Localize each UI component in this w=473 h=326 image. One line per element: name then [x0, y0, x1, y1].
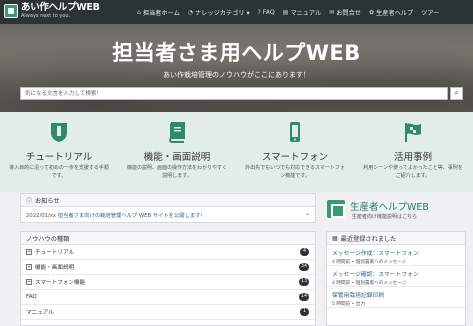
- list-item-smartphone[interactable]: + スマートフォン機能 13: [21, 275, 315, 290]
- feature-function-guide[interactable]: 機能・画面説明 機能の説明、画面の操作方法をわかりやすく説明します。: [118, 112, 236, 192]
- feature-band: チュートリアル 導入目的に沿って初めの一歩を支援する手順です。 機能・画面説明 …: [0, 112, 473, 192]
- notice-panel: ⓘ お知らせ 2022/01/xx 担当者さま向けの栽培管理ヘルプ WEB サイ…: [20, 193, 316, 223]
- hero-banner: 担当者さま用ヘルプWEB あい作栽培管理のノウハウがここにあります！ 気になる文…: [0, 24, 473, 112]
- site-logo[interactable]: あい作ヘルプWEB Always next to you.: [4, 3, 100, 19]
- list-item[interactable]: メッセージ作成：スマートフォン 4 時間前 • 個別農家へのメッセージ: [327, 245, 465, 266]
- expand-icon[interactable]: +: [26, 279, 32, 285]
- feature-tutorial[interactable]: チュートリアル 導入目的に沿って初めの一歩を支援する手順です。: [0, 112, 118, 192]
- nav-item-contact[interactable]: ✉ お問合せ: [329, 8, 361, 17]
- logo-tagline: Always next to you.: [21, 12, 71, 19]
- list-item-function-guide[interactable]: + 機能・画面説明 34: [21, 260, 315, 275]
- leaf-icon: ✿: [368, 8, 375, 16]
- info-icon: ⓘ: [26, 197, 33, 205]
- notice-heading: お知らせ: [35, 197, 60, 205]
- chevron-down-icon[interactable]: ⌄: [305, 210, 310, 217]
- knowledge-icon: ◔: [187, 8, 194, 16]
- recent-panel: ▦ 最近登録されました メッセージ作成：スマートフォン 4 時間前 • 個別農家…: [326, 231, 466, 326]
- knowhow-panel: ノウハウの種類 + チュートリアル 4 + 機能・画面説明 34 + スマートフ…: [20, 231, 316, 326]
- count-badge: 13: [298, 278, 309, 286]
- question-icon: ?: [257, 8, 261, 16]
- main-menu: ⌂ 担当者ホーム ◔ ナレッジカテゴリ ▾ ? FAQ ▤ マニュアル ✉ お問合せ ✿ 生…: [137, 0, 447, 24]
- count-badge: 34: [298, 263, 309, 271]
- search-button[interactable]: ⌕: [450, 87, 463, 100]
- notice-date: 2022/01/xx: [26, 213, 57, 219]
- search-icon: ⌕: [454, 89, 459, 97]
- count-badge: 1: [300, 308, 309, 316]
- count-badge: 14: [298, 293, 309, 301]
- hero-subtitle: あい作栽培管理のノウハウがここにあります！: [163, 71, 310, 79]
- hero-title: 担当者さま用ヘルプWEB: [112, 41, 361, 65]
- knowhow-heading: ノウハウの種類: [21, 232, 315, 245]
- expand-icon[interactable]: +: [26, 249, 32, 255]
- flag-icon: [405, 123, 421, 142]
- notice-item[interactable]: 2022/01/xx 担当者さま向けの栽培管理ヘルプ WEB サイトを公開します…: [21, 207, 315, 223]
- recent-heading: 最近登録されました: [340, 235, 397, 243]
- feature-smartphone[interactable]: スマートフォン 外出先でもいつでも対応できるスマートフォン機能です。: [236, 112, 354, 192]
- book-icon: ▤: [282, 8, 289, 16]
- nav-item-knowledge[interactable]: ◔ ナレッジカテゴリ ▾: [188, 8, 250, 17]
- feature-use-cases[interactable]: 活用事例 利用シーンや使ってよかったこと等、事例をご紹介します。: [354, 112, 472, 192]
- list-item-manual[interactable]: マニュアル 1: [21, 305, 315, 320]
- calendar-icon: ▦: [332, 234, 338, 242]
- book-icon: [168, 122, 185, 143]
- nav-item-producer-help[interactable]: ✿ 生産者ヘルプ: [369, 8, 413, 17]
- notice-text: 担当者さま向けの栽培管理ヘルプ WEB サイトを公開します！: [57, 213, 206, 219]
- list-item[interactable]: 保管用栽培記録印刷 5 時間前 • 出力: [327, 287, 465, 308]
- nav-item-faq[interactable]: ? FAQ: [258, 9, 275, 16]
- logo-mark-icon: [4, 3, 18, 18]
- shield-icon: [51, 123, 67, 142]
- expand-icon[interactable]: +: [26, 264, 32, 270]
- list-item-tutorial[interactable]: + チュートリアル 4: [21, 245, 315, 260]
- list-item[interactable]: メッセージ確認：スマートフォン 4 時間前 • 個別農家へのメッセージ: [327, 266, 465, 287]
- list-item-faq[interactable]: FAQ 14: [21, 290, 315, 305]
- mail-icon: ✉: [329, 8, 335, 16]
- producer-help-title[interactable]: 生産者ヘルプWEB: [350, 199, 429, 213]
- producer-help-subtitle: 生産者向け機能説明はこちら: [352, 214, 418, 220]
- nav-item-home[interactable]: ⌂ 担当者ホーム: [137, 8, 180, 17]
- producer-help-logo-icon[interactable]: [327, 200, 345, 218]
- nav-item-tour[interactable]: ツアー: [421, 8, 439, 17]
- smartphone-icon: [290, 122, 300, 142]
- search-input[interactable]: 気になる文言を入力して検索！: [20, 87, 448, 100]
- nav-item-manual[interactable]: ▤ マニュアル: [283, 8, 321, 17]
- top-navbar: あい作ヘルプWEB Always next to you. ⌂ 担当者ホーム ◔ ナ…: [0, 0, 473, 24]
- logo-title: あい作ヘルプWEB: [21, 2, 100, 13]
- count-badge: 4: [300, 248, 309, 256]
- home-icon: ⌂: [137, 8, 141, 16]
